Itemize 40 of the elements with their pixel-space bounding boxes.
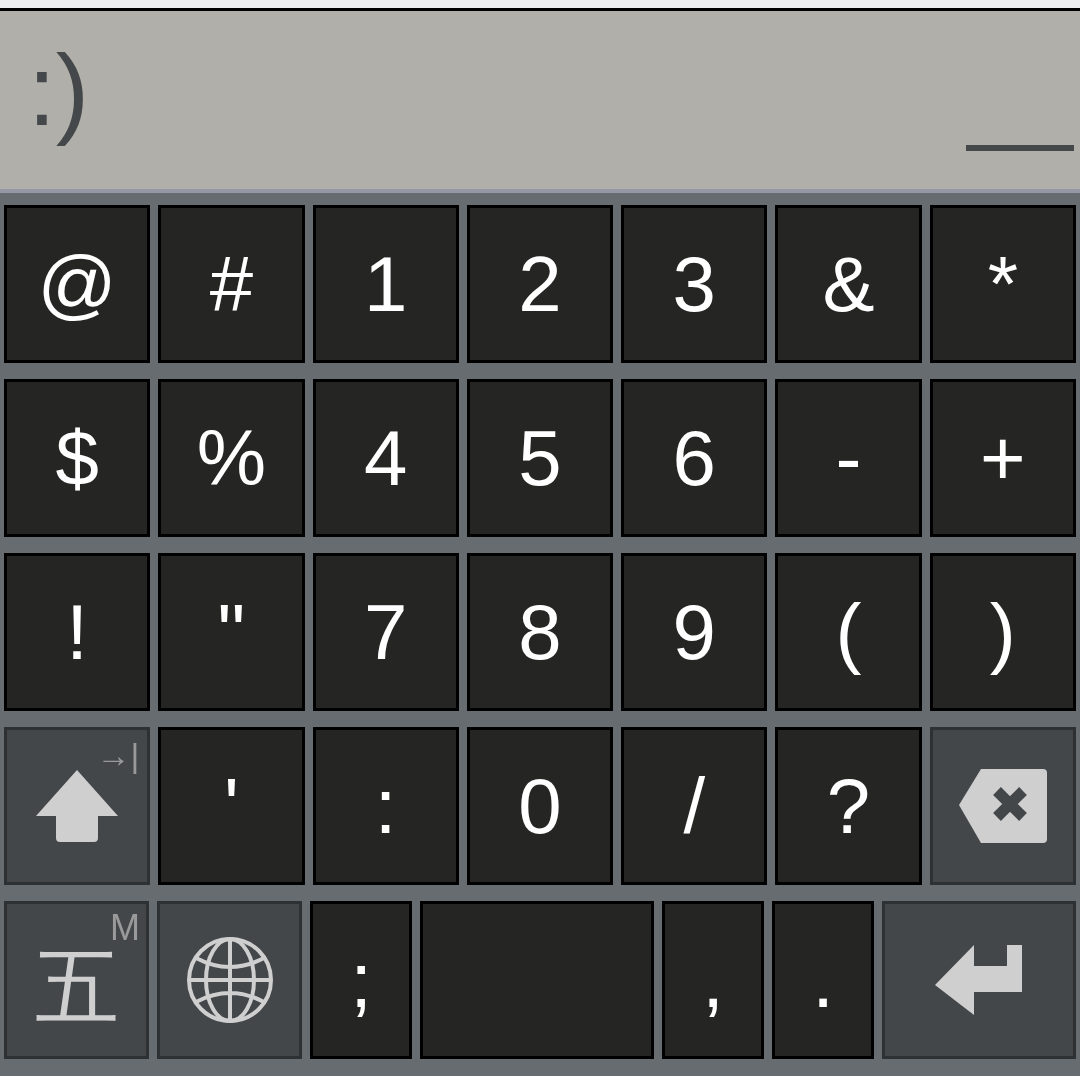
key[interactable]: ! — [4, 553, 151, 711]
key[interactable]: 7 — [312, 553, 459, 711]
backspace-icon — [958, 769, 1047, 843]
key[interactable]: . — [772, 901, 875, 1059]
key[interactable]: / — [621, 727, 768, 885]
key[interactable]: & — [775, 205, 922, 363]
key[interactable]: ? — [775, 727, 922, 885]
key-hint: →| — [96, 738, 140, 772]
key[interactable]: $ — [4, 379, 151, 537]
key[interactable]: 8 — [466, 553, 614, 711]
enter-key[interactable] — [882, 901, 1076, 1059]
input-mode-key[interactable]: 五 M — [4, 901, 150, 1059]
key[interactable]: + — [929, 379, 1076, 537]
enter-arrow-icon — [935, 945, 1024, 1015]
key[interactable]: ) — [929, 553, 1076, 711]
globe-icon — [185, 936, 274, 1024]
delete-key[interactable] — [929, 727, 1076, 885]
key[interactable]: 2 — [466, 205, 614, 363]
key[interactable]: ( — [775, 553, 922, 711]
key[interactable]: - — [775, 379, 922, 537]
key-hint: M — [110, 910, 141, 946]
key[interactable]: 3 — [621, 205, 768, 363]
key[interactable]: 6 — [621, 379, 768, 537]
key[interactable]: 0 — [466, 727, 614, 885]
key[interactable]: ' — [158, 727, 305, 885]
key[interactable]: % — [158, 379, 305, 537]
key[interactable]: 5 — [466, 379, 614, 537]
key[interactable]: : — [312, 727, 459, 885]
mode-label: 五 — [34, 945, 119, 1029]
key[interactable]: 4 — [312, 379, 459, 537]
key[interactable]: " — [158, 553, 305, 711]
key[interactable]: * — [929, 205, 1076, 363]
key[interactable]: # — [158, 205, 305, 363]
key[interactable]: ; — [310, 901, 412, 1059]
language-key[interactable] — [157, 901, 303, 1059]
key[interactable]: 1 — [312, 205, 459, 363]
key[interactable]: @ — [4, 205, 151, 363]
key[interactable]: 9 — [621, 553, 768, 711]
key[interactable]: , — [662, 901, 765, 1059]
text-input-field[interactable]: :) — [0, 11, 1080, 193]
